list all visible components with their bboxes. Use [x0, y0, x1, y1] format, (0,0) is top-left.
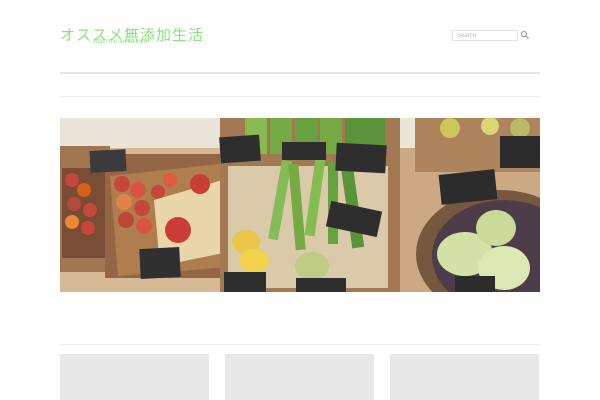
site-url[interactable]: http://mu-tenka.com: [94, 39, 147, 45]
header-divider: [60, 72, 540, 74]
site-header: オススメ無添加生活 http://mu-tenka.com: [60, 24, 540, 54]
search-input[interactable]: [452, 30, 518, 41]
post-thumbnail-2[interactable]: [225, 354, 374, 400]
nav-divider: [60, 96, 540, 97]
post-thumbnail-3[interactable]: [390, 354, 539, 400]
post-thumbnail-1[interactable]: [60, 354, 209, 400]
search-icon[interactable]: [520, 30, 530, 40]
content-divider: [60, 344, 540, 345]
hero-image: [60, 118, 540, 292]
vegetable-market-photo: [60, 118, 540, 292]
